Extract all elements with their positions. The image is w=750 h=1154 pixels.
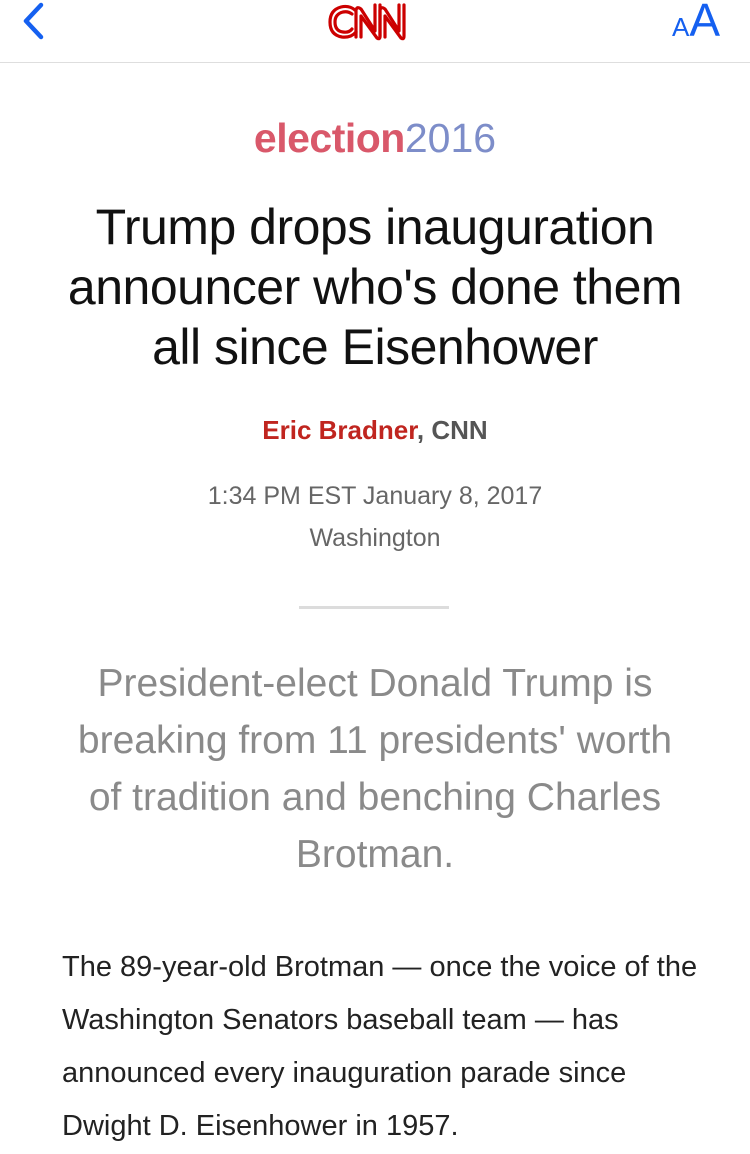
text-size-small-glyph: A [671, 12, 690, 42]
dateline-location: Washington [309, 524, 441, 552]
back-button[interactable] [12, 0, 56, 44]
section-label-word: election [253, 115, 405, 161]
cnn-logo[interactable] [325, 0, 425, 44]
article-standfirst: President-elect Donald Trump is breaking… [77, 662, 673, 876]
top-navigation-bar: AA [0, 0, 750, 63]
article-headline: Trump drops inauguration announcer who's… [67, 199, 683, 375]
text-size-button[interactable]: AA [672, 0, 720, 44]
byline: Eric Bradner, CNN [0, 410, 750, 450]
chevron-left-icon [23, 2, 44, 40]
byline-separator: , [416, 415, 425, 445]
cnn-logo-icon [328, 3, 406, 41]
publish-timestamp: 1:34 PM EST January 8, 2017 [207, 482, 543, 510]
article-body-paragraph: The 89-year-old Brotman — once the voice… [62, 951, 698, 1142]
section-divider [299, 606, 449, 609]
byline-source: CNN [431, 415, 488, 445]
section-label-year: 2016 [404, 115, 497, 161]
text-size-large-glyph: A [689, 0, 720, 46]
section-label[interactable]: election2016 [0, 110, 750, 166]
article-screen: AA election2016 Trump drops inauguration… [0, 0, 750, 1154]
author-link[interactable]: Eric Bradner [262, 415, 417, 445]
